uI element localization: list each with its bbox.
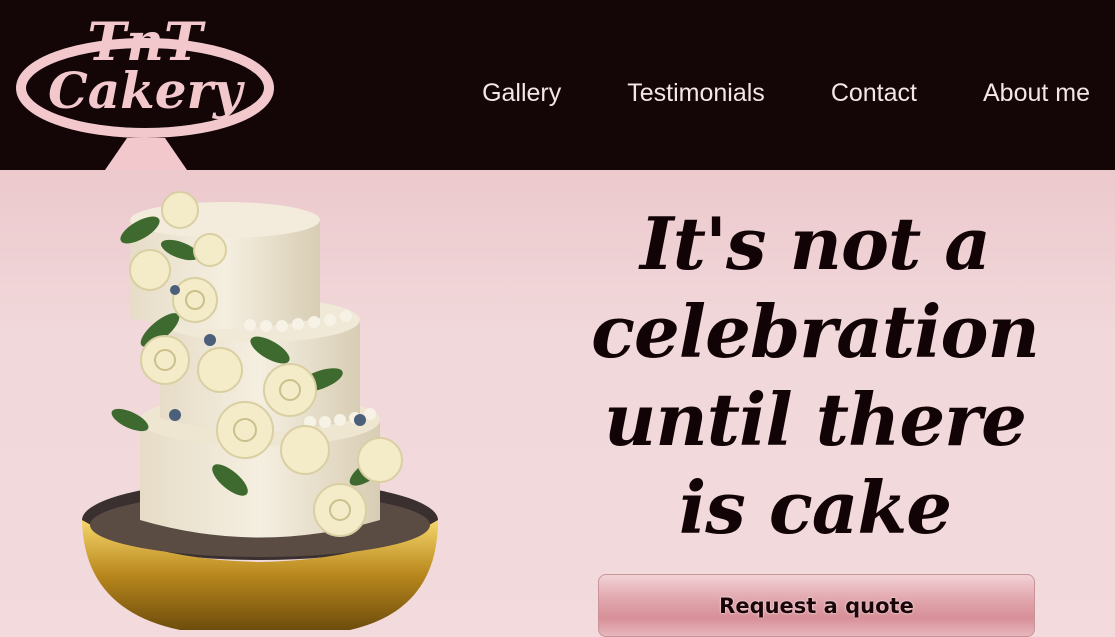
nav-link-about-me[interactable]: About me bbox=[983, 78, 1090, 108]
hero-section: It's not a celebration until there is ca… bbox=[0, 170, 1115, 637]
request-quote-button[interactable]: Request a quote bbox=[598, 574, 1035, 637]
tnt-cakery-logo[interactable]: TnT Cakery bbox=[15, 8, 277, 170]
nav-link-testimonials[interactable]: Testimonials bbox=[627, 78, 765, 108]
hero-headline: It's not a celebration until there is ca… bbox=[591, 201, 1040, 550]
nav-links: Gallery Testimonials Contact About me bbox=[416, 78, 1090, 108]
logo-text-cakery: Cakery bbox=[48, 61, 245, 120]
cake-image bbox=[82, 191, 438, 630]
nav-link-contact[interactable]: Contact bbox=[831, 78, 917, 108]
nav-link-gallery[interactable]: Gallery bbox=[482, 78, 561, 108]
navbar: TnT Cakery Gallery Testimonials Contact … bbox=[0, 0, 1115, 170]
